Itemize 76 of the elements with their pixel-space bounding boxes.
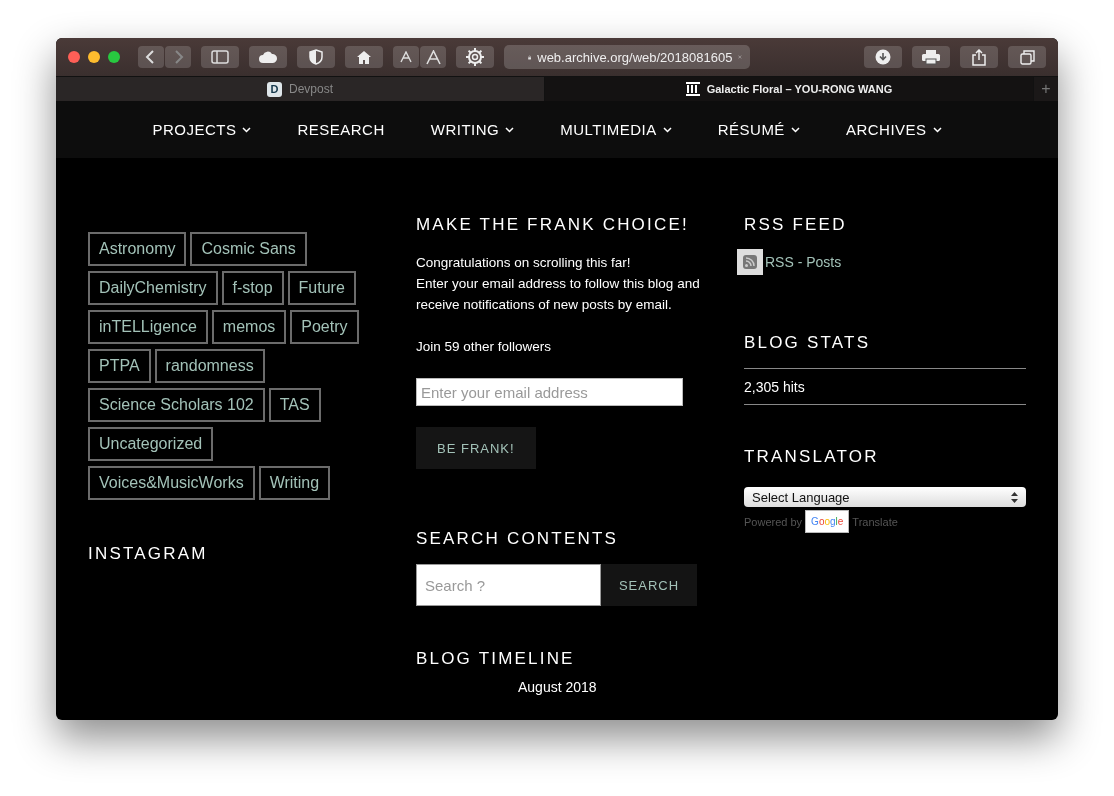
tag-link[interactable]: f-stop	[221, 271, 284, 305]
tag-link[interactable]: Poetry	[290, 310, 359, 344]
printer-icon	[921, 49, 941, 65]
rss-icon	[737, 249, 763, 275]
tag-link[interactable]: Future	[287, 271, 356, 305]
share-icon	[972, 48, 986, 66]
widget-title: INSTAGRAM	[88, 544, 209, 564]
tag-link[interactable]: DailyChemistry	[88, 271, 218, 305]
rss-link[interactable]: RSS - Posts	[765, 254, 842, 270]
sidebar-button[interactable]	[201, 46, 239, 68]
widget-title: SEARCH CONTENTS	[416, 529, 620, 549]
tag-link[interactable]: inTELLigence	[88, 310, 208, 344]
nav-link[interactable]: MULTIMEDIA	[560, 121, 672, 138]
download-button[interactable]	[864, 46, 902, 68]
address-field[interactable]: web.archive.org/web/2018081605	[504, 45, 750, 69]
tag-link[interactable]: Uncategorized	[88, 427, 214, 461]
tabs-button[interactable]	[1008, 46, 1046, 68]
columns-icon	[685, 82, 700, 96]
zoom-icon[interactable]	[108, 51, 120, 63]
print-button[interactable]	[912, 46, 950, 68]
widget-title: RSS FEED	[744, 215, 848, 235]
hits-count: 2,305 hits	[744, 368, 1026, 405]
tag-link[interactable]: Writing	[258, 466, 331, 500]
search-field[interactable]: Search ?	[416, 564, 601, 606]
widget-title: BLOG TIMELINE	[416, 649, 576, 669]
small-letter-icon	[400, 51, 412, 63]
cloud-button[interactable]	[249, 46, 287, 68]
widget-title: BLOG STATS	[744, 333, 872, 353]
tag-link[interactable]: Voices&MusicWorks	[88, 466, 255, 500]
favicon-icon: D	[267, 81, 282, 97]
intro-text: Congratulations on scrolling this far! Enter your email address to follow this blog and receive notifications of new posts by email.	[416, 254, 700, 314]
large-letter-icon	[425, 49, 441, 65]
translate-text: Translate	[852, 515, 898, 528]
widget-title: MAKE THE FRANK CHOICE!	[416, 215, 690, 235]
back-button[interactable]	[138, 46, 164, 68]
minimize-icon[interactable]	[88, 51, 100, 63]
nav-link[interactable]: PROJECTS	[152, 121, 252, 138]
back-icon	[145, 50, 157, 64]
followers-text: Join 59 other followers	[416, 338, 553, 356]
tag-link[interactable]: Science Scholars 102	[88, 388, 265, 422]
shield-button[interactable]	[297, 46, 335, 68]
tag-link[interactable]: TAS	[268, 388, 321, 422]
widget-title: TRANSLATOR	[744, 447, 880, 467]
email-field[interactable]: Enter your email address	[416, 378, 683, 406]
nav-link[interactable]: WRITING	[430, 121, 515, 138]
tag-link[interactable]: Cosmic Sans	[190, 232, 307, 266]
home-icon	[356, 49, 372, 65]
settings-icon	[465, 47, 485, 67]
tabs-icon	[1019, 49, 1035, 65]
nav-link[interactable]: ARCHIVES	[845, 121, 942, 138]
cloud-icon	[258, 50, 278, 64]
nav-link[interactable]: RESEARCH	[297, 121, 385, 138]
forward-icon	[172, 50, 184, 64]
share-button[interactable]	[960, 46, 998, 68]
shield-icon	[309, 49, 323, 65]
timeline-month: August 2018	[518, 679, 598, 695]
sidebar-icon	[211, 50, 229, 64]
home-button[interactable]	[345, 46, 383, 68]
browser-tab[interactable]: D Devpost	[56, 77, 545, 101]
google-logo: Google	[805, 510, 850, 533]
language-select[interactable]: Select Language	[744, 487, 1026, 507]
download-icon	[875, 49, 891, 65]
subscribe-button[interactable]: BE FRANK!	[416, 427, 536, 469]
tag-link[interactable]: memos	[211, 310, 287, 344]
text-larger-button[interactable]	[420, 46, 446, 68]
tag-link[interactable]: randomness	[154, 349, 265, 383]
close-icon[interactable]	[68, 51, 80, 63]
powered-by-text: Powered by	[744, 515, 803, 528]
text-smaller-button[interactable]	[393, 46, 419, 68]
nav-link[interactable]: RÉSUMÉ	[717, 121, 800, 138]
browser-tab[interactable]: Galactic Floral – YOU-RONG WANG	[545, 77, 1034, 101]
tag-link[interactable]: Astronomy	[88, 232, 187, 266]
stepper-icon	[1011, 491, 1018, 503]
settings-button[interactable]	[456, 46, 494, 68]
search-button[interactable]: SEARCH	[601, 564, 697, 606]
tag-link[interactable]: PTPA	[88, 349, 151, 383]
